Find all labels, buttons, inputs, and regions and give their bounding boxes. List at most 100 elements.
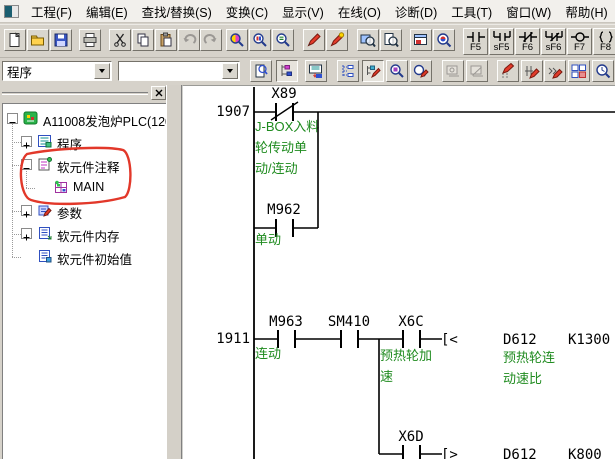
compare-instruction-greater[interactable]: [> D612 K800 — [441, 447, 602, 459]
comment-edit-button[interactable] — [362, 60, 384, 82]
save-button[interactable] — [50, 29, 72, 51]
menu-find-replace[interactable]: 查找/替换(S) — [135, 0, 219, 24]
display-window-icon — [413, 32, 429, 48]
device-test-button[interactable] — [303, 29, 325, 51]
line-insert-button[interactable] — [521, 60, 543, 82]
time-search-button[interactable] — [592, 60, 614, 82]
copy-icon — [135, 32, 151, 48]
zoom-page-icon — [383, 32, 399, 48]
application-instruction-button[interactable]: F8 — [593, 28, 615, 55]
device-comment-icon — [37, 156, 53, 172]
menu-project[interactable]: 工程(F) — [24, 0, 79, 24]
find-string-button[interactable] — [272, 29, 294, 51]
collapse-expander[interactable] — [21, 159, 32, 170]
device-init-icon — [37, 248, 53, 264]
circuit-search-button[interactable] — [433, 29, 455, 51]
monitor-stop-button[interactable] — [466, 60, 488, 82]
circuit-read-button[interactable] — [250, 60, 272, 82]
closed-contact-button[interactable]: F6 — [515, 28, 540, 55]
parallel-open-contact-button[interactable]: sF5 — [489, 28, 514, 55]
window-tile-button[interactable] — [568, 60, 590, 82]
contact-x89-nc[interactable]: X89 J-BOX入料 轮传动单 动/连动 — [255, 86, 319, 176]
fkey-label: sF5 — [494, 43, 510, 53]
collapse-expander[interactable] — [7, 113, 18, 124]
minus-icon — [22, 164, 31, 173]
tree-item-main[interactable]: MAIN — [3, 177, 166, 199]
menu-convert[interactable]: 变换(C) — [219, 0, 275, 24]
contact-x6d[interactable]: X6D — [398, 429, 423, 459]
save-icon — [53, 32, 69, 48]
tree-display-button[interactable] — [337, 60, 359, 82]
main-comment-icon — [53, 179, 69, 195]
device-batch-button[interactable] — [497, 60, 519, 82]
cut-button[interactable] — [109, 29, 131, 51]
expand-expander[interactable] — [21, 228, 32, 239]
device-comment: 动速比 — [503, 371, 542, 386]
panel-splitter[interactable] — [166, 85, 182, 459]
undo-button[interactable] — [178, 29, 200, 51]
menu-window[interactable]: 窗口(W) — [499, 0, 558, 24]
tree-item-device-comment[interactable]: 软元件注释 — [3, 154, 166, 176]
device-batch-icon — [500, 63, 516, 79]
device-comment: 动/连动 — [255, 161, 298, 176]
combo-dropdown-button[interactable] — [94, 63, 110, 79]
monitor-start-button[interactable] — [442, 60, 464, 82]
ladder-canvas[interactable]: 1907 X89 J-BOX入料 轮传动单 动/连动 M962 单动 — [183, 86, 615, 459]
compare-instruction-less[interactable]: [< D612 K1300 预热轮连 动速比 — [441, 332, 610, 386]
menu-help[interactable]: 帮助(H) — [558, 0, 614, 24]
tree-item-label: 参数 — [57, 203, 82, 222]
coil-button[interactable]: F7 — [567, 28, 592, 55]
menu-edit[interactable]: 编辑(E) — [79, 0, 135, 24]
parallel-closed-contact-button[interactable]: sF6 — [541, 28, 566, 55]
tree-item-device-memory[interactable]: 软元件内存 — [3, 223, 166, 245]
menu-diagnostics[interactable]: 诊断(D) — [388, 0, 444, 24]
tree-item-project-root[interactable]: A11008发泡炉PLC(120 — [3, 108, 166, 130]
contact-x6c[interactable]: X6C 预热轮加 速 — [380, 314, 432, 384]
line-delete-button[interactable] — [544, 60, 566, 82]
open-button[interactable] — [27, 29, 49, 51]
monitor-edit-button[interactable] — [410, 60, 432, 82]
contact-sm410[interactable]: SM410 — [328, 314, 370, 348]
paste-button[interactable] — [155, 29, 177, 51]
expand-expander[interactable] — [21, 136, 32, 147]
new-button[interactable] — [4, 29, 26, 51]
contact-m963[interactable]: M963 连动 — [255, 314, 303, 361]
menu-online[interactable]: 在线(O) — [331, 0, 388, 24]
copy-button[interactable] — [132, 29, 154, 51]
compare-operator: [< — [441, 332, 458, 348]
chevron-down-icon — [99, 69, 105, 73]
program-combo[interactable]: 程序 — [2, 61, 112, 81]
redo-button[interactable] — [200, 29, 222, 51]
device-comment: 速 — [380, 369, 393, 384]
zoom-page-button[interactable] — [380, 29, 402, 51]
menu-tools[interactable]: 工具(T) — [444, 0, 499, 24]
panel-grip[interactable] — [2, 92, 148, 95]
fkey-label: F8 — [600, 43, 611, 53]
target-combo[interactable] — [118, 61, 240, 81]
device-test-setup-button[interactable] — [326, 29, 348, 51]
project-tree: A11008发泡炉PLC(120 程序 软元件注释 MAIN — [2, 103, 166, 459]
find-button[interactable] — [226, 29, 248, 51]
tree-item-parameter[interactable]: 参数 — [3, 200, 166, 222]
compare-operand1: D612 — [503, 447, 537, 459]
tree-item-device-init[interactable]: 软元件初始值 — [3, 246, 166, 268]
display-window-button[interactable] — [410, 29, 432, 51]
device-label: X6C — [398, 314, 423, 330]
zoom-window-button[interactable] — [357, 29, 379, 51]
menu-view[interactable]: 显示(V) — [275, 0, 331, 24]
project-list-button[interactable] — [276, 60, 298, 82]
device-label: M963 — [269, 314, 303, 330]
find-device-button[interactable] — [249, 29, 271, 51]
circuit-search-icon — [436, 32, 452, 48]
open-contact-button[interactable]: F5 — [463, 28, 488, 55]
expand-expander[interactable] — [21, 205, 32, 216]
project-panel-close-button[interactable] — [151, 86, 166, 100]
window-tile-icon — [571, 63, 587, 79]
ladder-convert-button[interactable] — [305, 60, 327, 82]
combo-dropdown-button[interactable] — [222, 63, 238, 79]
tree-item-program[interactable]: 程序 — [3, 131, 166, 153]
monitor-find-button[interactable] — [386, 60, 408, 82]
app-window-icon[interactable] — [4, 5, 19, 18]
print-button[interactable] — [79, 29, 101, 51]
tree-item-label: 软元件内存 — [57, 226, 120, 245]
